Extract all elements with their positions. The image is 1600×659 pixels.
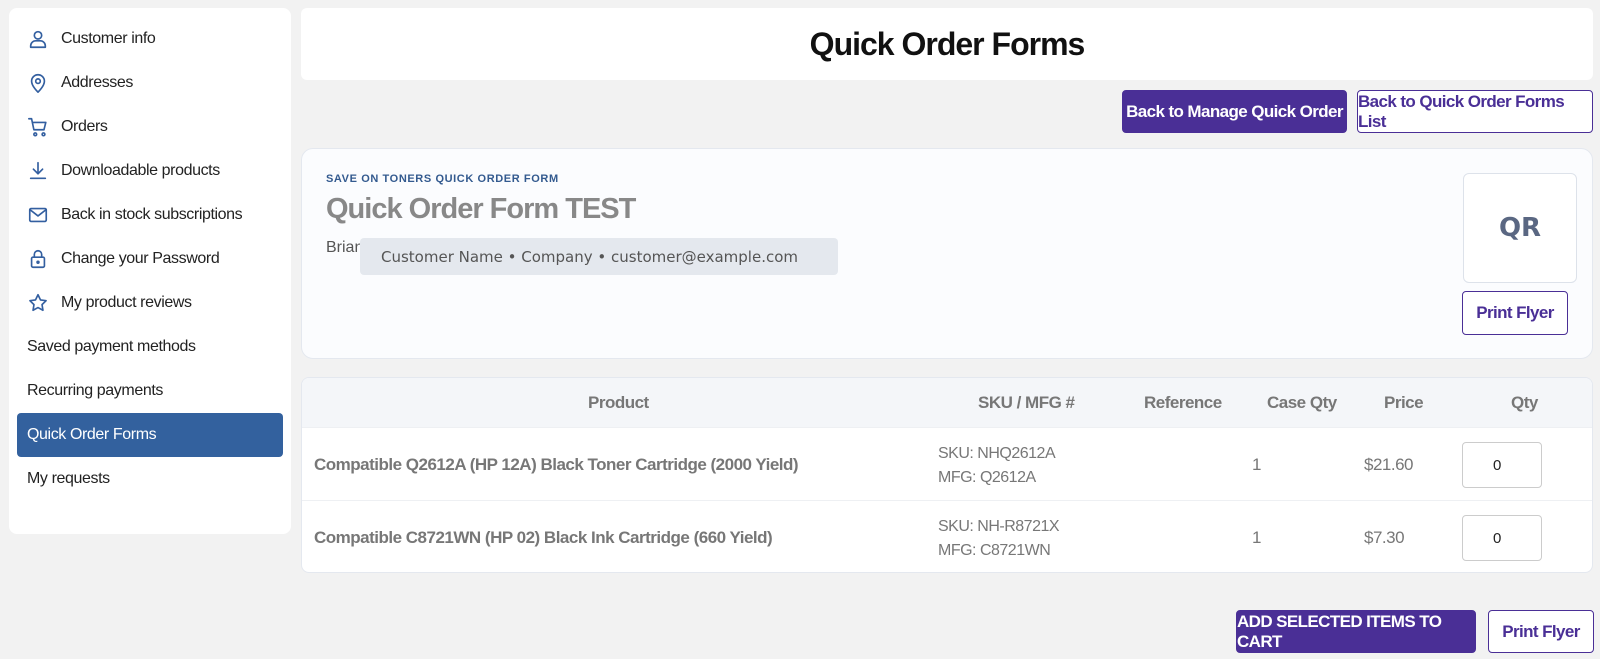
back-to-manage-quick-order-button[interactable]: Back to Manage Quick Order [1122, 90, 1347, 133]
sidebar-item-label: My product reviews [61, 294, 192, 311]
sidebar-item-saved-payment-methods[interactable]: Saved payment methods [17, 325, 283, 369]
column-header-price: Price [1384, 393, 1424, 412]
qr-code: QR [1463, 173, 1577, 283]
form-info-card: SAVE ON TONERS QUICK ORDER FORM Quick Or… [301, 148, 1593, 359]
user-icon [27, 28, 49, 50]
sku-value: SKU: NHQ2612A [938, 445, 1056, 462]
mfg-value: MFG: Q2612A [938, 469, 1036, 486]
table-row: Compatible C8721WN (HP 02) Black Ink Car… [302, 500, 1592, 572]
column-header-sku: SKU / MFG # [978, 393, 1075, 412]
column-header-reference: Reference [1144, 393, 1222, 412]
sidebar-item-label: Downloadable products [61, 162, 220, 179]
sidebar-item-orders[interactable]: Orders [17, 105, 283, 149]
quick-order-table: Product SKU / MFG # Reference Case Qty P… [301, 377, 1593, 573]
sidebar-item-change-password[interactable]: Change your Password [17, 237, 283, 281]
table-header: Product SKU / MFG # Reference Case Qty P… [302, 378, 1592, 427]
sidebar-item-label: Customer info [61, 30, 156, 47]
envelope-icon [27, 204, 49, 226]
form-eyebrow: SAVE ON TONERS QUICK ORDER FORM [326, 173, 559, 185]
page-title: Quick Order Forms [809, 25, 1086, 62]
qty-input[interactable] [1462, 515, 1542, 561]
column-header-case-qty: Case Qty [1267, 393, 1337, 412]
sidebar-item-customer-info[interactable]: Customer info [17, 17, 283, 61]
case-qty: 1 [1252, 528, 1261, 547]
sidebar-item-downloadable-products[interactable]: Downloadable products [17, 149, 283, 193]
cart-icon [27, 116, 49, 138]
qty-input[interactable] [1462, 442, 1542, 488]
back-to-forms-list-button[interactable]: Back to Quick Order Forms List [1357, 90, 1593, 133]
sidebar-item-my-requests[interactable]: My requests [17, 457, 283, 501]
page-header: Quick Order Forms [301, 8, 1593, 80]
download-icon [27, 160, 49, 182]
sidebar-item-label: Addresses [61, 74, 133, 91]
print-flyer-button-bottom[interactable]: Print Flyer [1488, 610, 1594, 653]
product-name: Compatible C8721WN (HP 02) Black Ink Car… [314, 528, 773, 547]
form-title: Quick Order Form TEST [326, 193, 636, 225]
case-qty: 1 [1252, 455, 1261, 474]
sidebar-item-addresses[interactable]: Addresses [17, 61, 283, 105]
customer-info-pill: Customer Name • Company • customer@examp… [360, 238, 838, 275]
product-name: Compatible Q2612A (HP 12A) Black Toner C… [314, 455, 799, 474]
map-pin-icon [27, 72, 49, 94]
sidebar-item-label: Saved payment methods [27, 338, 196, 355]
product-sku: SKU: NH-R8721X MFG: C8721WN [938, 515, 1060, 563]
form-owner-name: Brian [326, 239, 364, 256]
sidebar-item-label: Quick Order Forms [27, 426, 157, 443]
sidebar-item-recurring-payments[interactable]: Recurring payments [17, 369, 283, 413]
sidebar-item-label: Recurring payments [27, 382, 163, 399]
price: $21.60 [1364, 455, 1414, 474]
print-flyer-button-top[interactable]: Print Flyer [1462, 291, 1568, 335]
star-icon [27, 292, 49, 314]
sidebar-item-product-reviews[interactable]: My product reviews [17, 281, 283, 325]
sidebar-item-label: My requests [27, 470, 110, 487]
sidebar-item-quick-order-forms[interactable]: Quick Order Forms [17, 413, 283, 457]
product-sku: SKU: NHQ2612A MFG: Q2612A [938, 442, 1056, 490]
sidebar-item-label: Change your Password [61, 250, 220, 267]
price: $7.30 [1364, 528, 1405, 547]
mfg-value: MFG: C8721WN [938, 542, 1051, 559]
sidebar-item-label: Back in stock subscriptions [61, 206, 243, 223]
sidebar-item-back-in-stock[interactable]: Back in stock subscriptions [17, 193, 283, 237]
add-to-cart-button[interactable]: ADD SELECTED ITEMS TO CART [1236, 610, 1476, 653]
sidebar-item-label: Orders [61, 118, 108, 135]
table-row: Compatible Q2612A (HP 12A) Black Toner C… [302, 427, 1592, 500]
column-header-product: Product [588, 393, 649, 412]
column-header-qty: Qty [1511, 393, 1538, 412]
account-sidebar: Customer info Addresses Orders Downloada… [9, 8, 291, 534]
lock-icon [27, 248, 49, 270]
sku-value: SKU: NH-R8721X [938, 518, 1060, 535]
